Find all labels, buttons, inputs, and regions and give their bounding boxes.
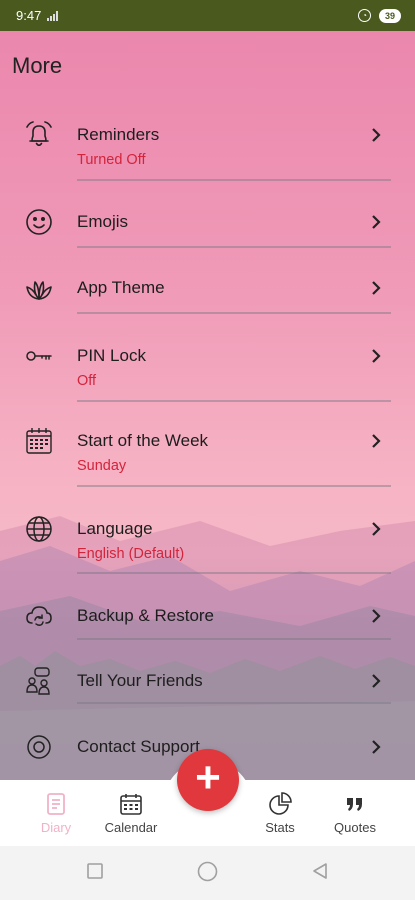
chevron-right-icon: [372, 349, 381, 363]
menu-row-subtitle: English (Default): [77, 546, 185, 562]
calendar-icon: [24, 426, 54, 456]
menu-row-label: Backup & Restore: [77, 606, 215, 625]
tab-label: Stats: [265, 820, 295, 835]
menu-row-start-of-week[interactable]: Start of the Week Sunday: [0, 420, 415, 487]
globe-icon: [24, 514, 54, 544]
status-bar: 9:47 ◔ 39: [0, 0, 415, 31]
menu-row-pin-lock[interactable]: PIN Lock Off: [0, 333, 415, 402]
menu-row-backup-restore[interactable]: Backup & Restore: [0, 600, 415, 666]
chevron-right-icon: [372, 434, 381, 448]
tab-label: Calendar: [104, 820, 158, 835]
divider: [77, 312, 391, 314]
add-entry-button[interactable]: +: [177, 749, 239, 811]
menu-row-label: Tell Your Friends: [77, 671, 203, 690]
divider: [77, 702, 391, 704]
plus-icon: +: [195, 753, 221, 802]
menu-row-tell-friends[interactable]: Tell Your Friends: [0, 665, 415, 731]
quote-icon: [347, 798, 362, 811]
tab-quotes[interactable]: Quotes: [320, 780, 390, 846]
status-left: 9:47: [16, 8, 59, 23]
menu-row-app-theme[interactable]: App Theme: [0, 268, 415, 334]
signal-icon: [47, 10, 59, 21]
divider: [77, 179, 391, 181]
status-right: ◔ 39: [358, 8, 401, 23]
tab-label: Diary: [40, 820, 72, 835]
cloud-sync-icon: [24, 601, 54, 631]
bell-icon: [24, 120, 54, 150]
home-button[interactable]: [197, 861, 218, 882]
chevron-right-icon: [372, 128, 381, 142]
key-icon: [24, 341, 54, 371]
alarm-status-icon: ◔: [358, 9, 371, 22]
back-button[interactable]: [311, 862, 329, 880]
divider: [77, 400, 391, 402]
chevron-right-icon: [372, 674, 381, 688]
more-screen[interactable]: More Reminders Turned Off Emojis App The…: [0, 31, 415, 780]
battery-indicator: 39: [379, 8, 401, 23]
divider: [77, 572, 391, 574]
chevron-right-icon: [372, 522, 381, 536]
menu-row-label: Start of the Week: [77, 431, 209, 450]
page-title: More: [12, 53, 63, 78]
chevron-right-icon: [372, 609, 381, 623]
menu-row-label: Language: [77, 519, 153, 538]
diary-icon: [47, 793, 65, 815]
divider: [77, 638, 391, 640]
divider: [77, 246, 391, 248]
calendar-icon: [120, 794, 142, 815]
menu-row-label: App Theme: [77, 278, 165, 297]
tab-stats[interactable]: Stats: [245, 780, 315, 846]
tab-label: Quotes: [334, 820, 376, 835]
tab-diary[interactable]: Diary: [21, 780, 91, 846]
menu-row-language[interactable]: Language English (Default): [0, 508, 415, 574]
menu-row-subtitle: Turned Off: [77, 152, 146, 168]
menu-row-subtitle: Off: [77, 373, 97, 389]
status-time: 9:47: [16, 8, 42, 23]
menu-row-label: Emojis: [77, 212, 129, 231]
people-chat-icon: [24, 666, 54, 696]
menu-row-emojis[interactable]: Emojis: [0, 202, 415, 268]
smiley-icon: [24, 207, 54, 237]
system-navigation-bar: [0, 846, 415, 900]
chevron-right-icon: [372, 740, 381, 754]
menu-row-label: Reminders: [77, 125, 160, 144]
chevron-right-icon: [372, 215, 381, 229]
menu-row-label: PIN Lock: [77, 346, 146, 365]
divider: [77, 485, 391, 487]
recent-apps-button[interactable]: [86, 862, 104, 880]
lotus-icon: [24, 273, 54, 303]
tab-calendar[interactable]: Calendar: [96, 780, 166, 846]
menu-row-subtitle: Sunday: [77, 458, 127, 474]
chevron-right-icon: [372, 281, 381, 295]
pie-chart-icon: [269, 792, 292, 815]
support-icon: [24, 732, 54, 762]
menu-row-reminders[interactable]: Reminders Turned Off: [0, 112, 415, 181]
menu-row-label: Contact Support: [77, 737, 200, 756]
